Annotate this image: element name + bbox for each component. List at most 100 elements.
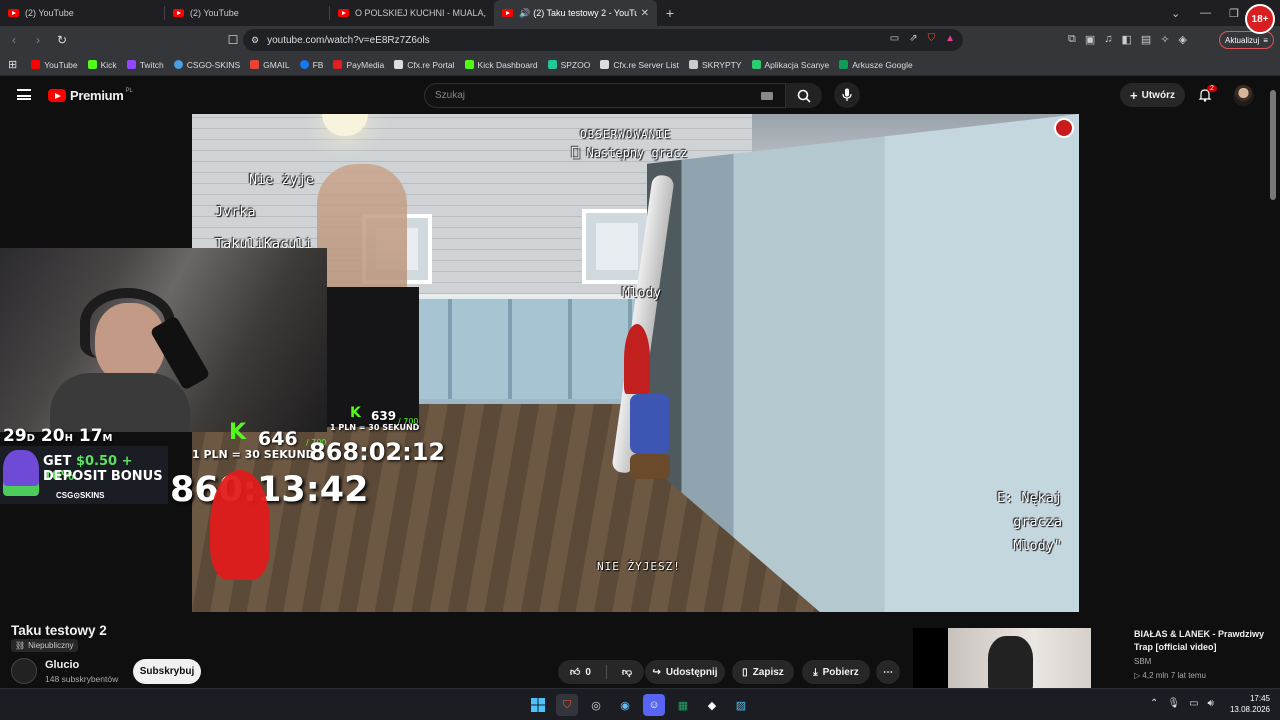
adult-content-badge[interactable]: 18+ xyxy=(1245,4,1275,34)
bookmark-item[interactable]: YouTube xyxy=(31,60,78,70)
twitch-icon xyxy=(126,60,136,69)
browser-tab[interactable]: O POLSKIEJ KUCHNI - MUALA, MAKI xyxy=(330,0,494,26)
microphone-tray-icon[interactable]: 🎙︎ xyxy=(1167,698,1180,709)
bookmark-item[interactable]: Cfx.re Portal xyxy=(394,60,455,70)
bookmark-item[interactable]: GMAIL xyxy=(250,60,290,70)
back-icon[interactable]: ‹ xyxy=(4,33,24,47)
tab-title: (2) Taku testowy 2 - YouTube xyxy=(533,8,636,18)
tab-list-chevron-icon[interactable]: ⌄ xyxy=(1171,0,1180,26)
windows-start-icon[interactable] xyxy=(527,694,549,716)
bookmark-item[interactable]: CSGO-SKINS xyxy=(173,60,240,70)
cast-icon[interactable]: ▭ xyxy=(890,33,899,44)
spzoo-icon xyxy=(547,60,557,69)
photos-icon[interactable]: ▨ xyxy=(730,694,752,716)
brave-shield-icon[interactable]: ⛉ xyxy=(928,33,936,44)
fox-app-icon[interactable]: ◆ xyxy=(701,694,723,716)
system-clock[interactable]: 17:45 13.08.2026 xyxy=(1226,693,1270,715)
youtube-header: Premium PL Szukaj + Utwórz 2 xyxy=(0,76,1280,114)
menu-icon[interactable] xyxy=(17,89,31,100)
account-avatar[interactable] xyxy=(1233,85,1254,106)
wallet-icon[interactable]: ▤ xyxy=(1141,33,1151,46)
chrome-app-icon[interactable]: ◎ xyxy=(585,694,607,716)
minimize-icon[interactable]: — xyxy=(1200,0,1211,26)
address-bar[interactable]: ⚙ youtube.com/watch?v=eE8Rz7Z6ols ▭ ⇗ ⛉ … xyxy=(243,29,963,51)
create-button[interactable]: + Utwórz xyxy=(1120,83,1185,107)
gmail-icon xyxy=(250,60,260,69)
more-actions-button[interactable]: ⋯ xyxy=(876,660,900,684)
browser-tab[interactable]: (2) YouTube xyxy=(0,0,164,26)
reading-list-icon[interactable]: ▣ xyxy=(1085,33,1095,46)
observing-label: OBSERWOWANIE xyxy=(580,128,672,141)
browser-tab-active[interactable]: 🔊 (2) Taku testowy 2 - YouTube ✕ xyxy=(494,0,657,26)
youtube-logo[interactable]: Premium PL xyxy=(48,88,133,103)
dead-label: Nie żyje xyxy=(249,172,315,188)
tray-chevron-icon[interactable]: ⌃ xyxy=(1150,698,1158,709)
bookmark-item[interactable]: Aplikacja Scanye xyxy=(751,60,829,70)
facebook-icon xyxy=(299,60,309,69)
tab-title: O POLSKIEJ KUCHNI - MUALA, MAKI xyxy=(355,8,486,18)
subscribe-button[interactable]: Subskrybuj xyxy=(133,659,201,684)
bookmark-item[interactable]: SKRYPTY xyxy=(688,60,742,70)
bookmark-item[interactable]: Kick Dashboard xyxy=(464,60,538,70)
update-button[interactable]: Aktualizuj ≡ xyxy=(1219,31,1274,49)
rate-label: 1 PLN = 30 SEKUND xyxy=(192,448,315,461)
vpn-icon[interactable]: ◈ xyxy=(1179,33,1187,46)
music-icon[interactable]: ♫ xyxy=(1104,33,1112,46)
bookmarks-bar: ⊞ YouTube Kick Twitch CSGO-SKINS GMAIL F… xyxy=(0,54,1280,76)
bookmark-item[interactable]: PayMedia xyxy=(333,60,384,70)
ai-sparkle-icon[interactable]: ✧ xyxy=(1160,33,1169,46)
recommendation-channel[interactable]: SBM xyxy=(1134,657,1151,666)
address-url[interactable]: youtube.com/watch?v=eE8Rz7Z6ols xyxy=(267,35,430,46)
extensions-icon[interactable]: ⧉ xyxy=(1068,33,1076,46)
menu-icon: ≡ xyxy=(1263,35,1268,45)
bookmark-item[interactable]: Arkusze Google xyxy=(839,60,913,70)
search-button[interactable] xyxy=(786,83,822,108)
like-button[interactable]: 👍︎ 0 xyxy=(570,666,591,679)
bookmark-item[interactable]: Twitch xyxy=(126,60,164,70)
youtube-favicon-icon xyxy=(502,9,513,17)
search-input[interactable]: Szukaj xyxy=(424,83,786,108)
player-list: Nie żyje Jvrka TakuliKaculi xyxy=(215,164,315,260)
share-icon[interactable]: ⇗ xyxy=(909,33,917,44)
bookmark-item[interactable]: SPZOO xyxy=(547,60,590,70)
share-button[interactable]: ↪ Udostępnij xyxy=(645,660,725,684)
brave-rewards-icon[interactable]: ▲ xyxy=(945,33,955,44)
save-button[interactable]: ▯ Zapisz xyxy=(732,660,794,684)
new-tab-button[interactable]: + xyxy=(657,5,683,21)
apps-grid-icon[interactable]: ⊞ xyxy=(8,58,17,71)
download-button[interactable]: ⤓ Pobierz xyxy=(802,660,870,684)
audio-playing-icon[interactable]: 🔊 xyxy=(519,8,530,19)
excel-icon[interactable]: ▦ xyxy=(672,694,694,716)
tab-close-icon[interactable]: ✕ xyxy=(641,8,649,19)
bookmark-item[interactable]: Cfx.re Server List xyxy=(600,60,679,70)
bookmark-icon[interactable]: ☐ xyxy=(223,33,243,47)
microphone-icon xyxy=(842,88,852,101)
dislike-button[interactable]: 👎︎ xyxy=(622,666,632,678)
bookmark-item[interactable]: FB xyxy=(299,60,323,70)
browser-tabstrip: (2) YouTube (2) YouTube O POLSKIEJ KUCHN… xyxy=(0,0,1280,26)
site-settings-icon[interactable]: ⚙ xyxy=(251,35,259,46)
recommendation-title[interactable]: BIAŁAS & LANEK - Prawdziwy Trap [officia… xyxy=(1134,628,1274,654)
sidebar-icon[interactable]: ◧ xyxy=(1122,33,1132,46)
volume-icon[interactable]: 🔊︎ xyxy=(1208,698,1214,709)
channel-name[interactable]: Glucio xyxy=(45,659,79,671)
browser-tab[interactable]: (2) YouTube xyxy=(165,0,329,26)
tab-title: (2) YouTube xyxy=(190,8,239,18)
network-icon[interactable]: ▭ xyxy=(1189,698,1198,709)
recommendation-thumbnail[interactable] xyxy=(948,628,1091,688)
voice-search-button[interactable] xyxy=(834,82,860,108)
reload-icon[interactable]: ↻ xyxy=(52,33,72,47)
bookmark-item[interactable]: Kick xyxy=(87,60,117,70)
recommendation-meta: ▷ 4,2 mln 7 lat temu xyxy=(1134,671,1206,680)
discord-icon[interactable]: ☺ xyxy=(643,694,665,716)
steam-icon[interactable]: ◉ xyxy=(614,694,636,716)
brave-browser-icon[interactable]: ⛉ xyxy=(556,694,578,716)
page-scrollbar[interactable] xyxy=(1270,90,1276,200)
countdown-timer: 29D 20H 17M xyxy=(3,426,113,446)
keyboard-icon[interactable] xyxy=(761,92,773,100)
webcam-overlay xyxy=(0,248,327,432)
maximize-icon[interactable]: ❐ xyxy=(1229,0,1239,26)
link-icon: ⛓ xyxy=(15,641,26,650)
forward-icon[interactable]: › xyxy=(28,33,48,47)
channel-avatar[interactable] xyxy=(11,658,37,684)
